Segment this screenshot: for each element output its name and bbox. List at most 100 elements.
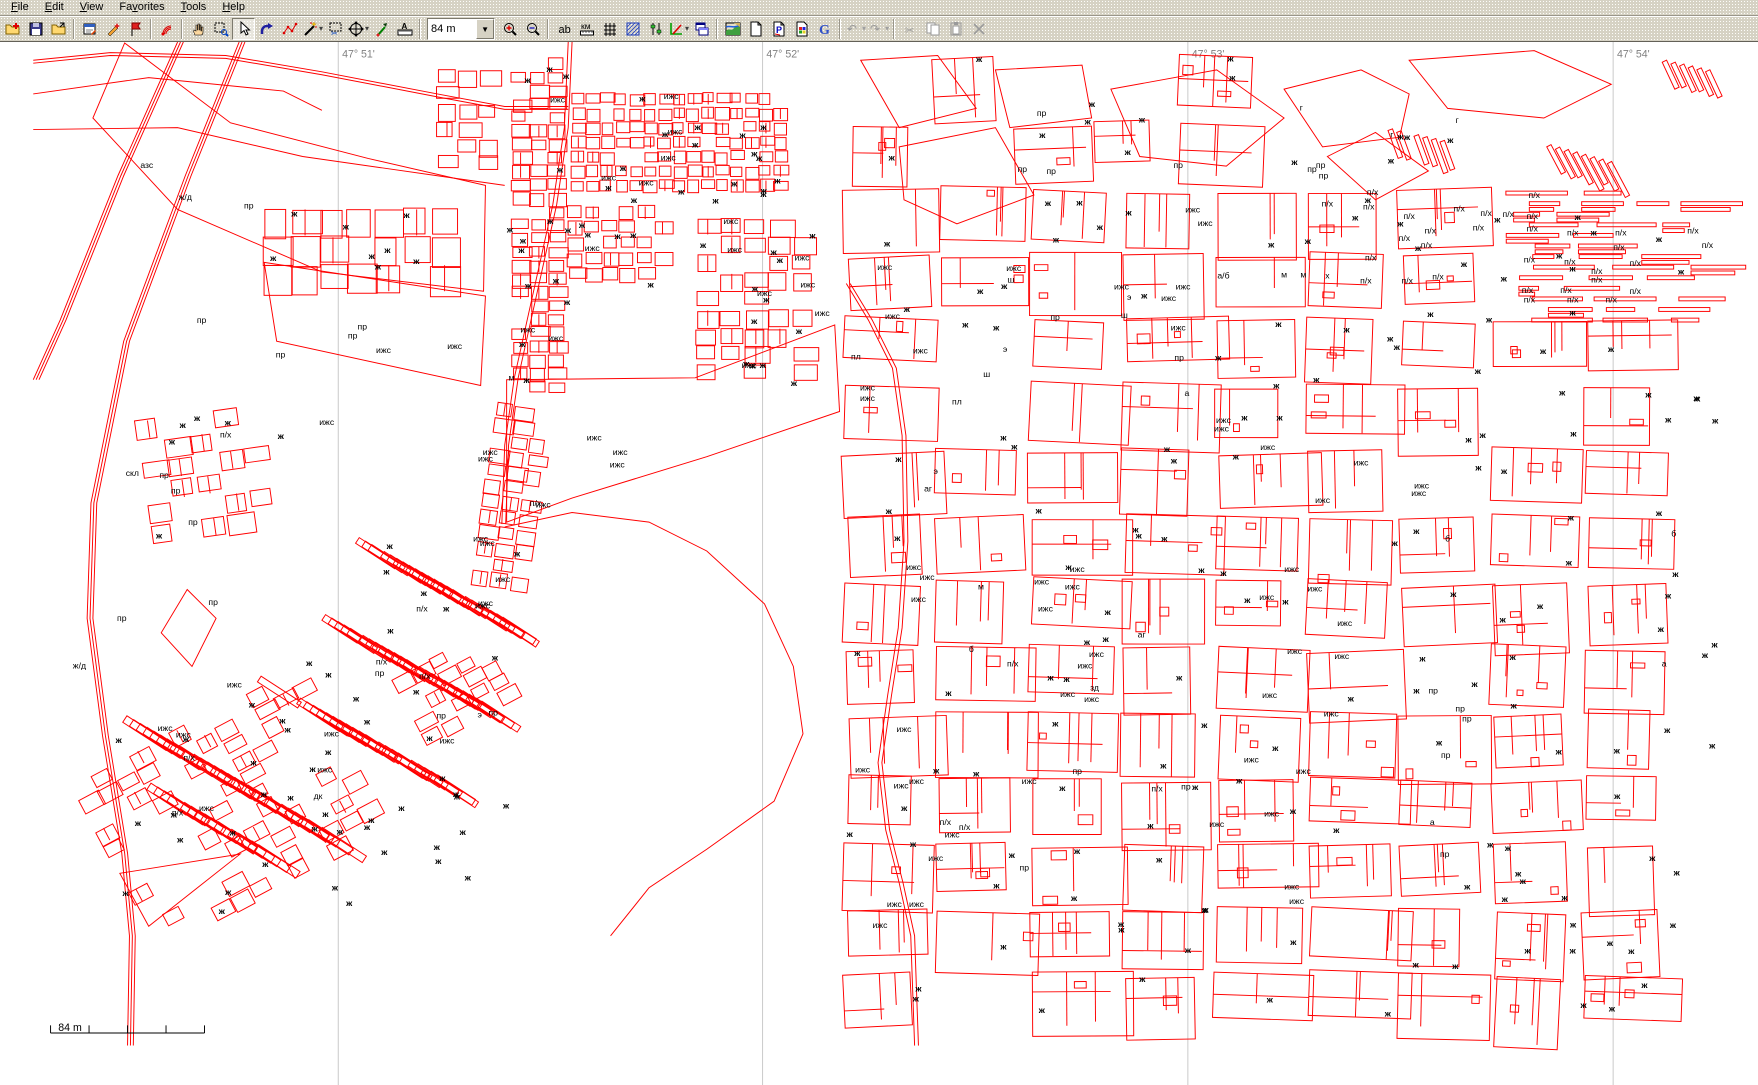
- svg-text:ж: ж: [564, 225, 572, 235]
- svg-text:ижс: ижс: [906, 562, 922, 572]
- svg-text:ж: ж: [1146, 820, 1154, 830]
- menu-edit[interactable]: Edit: [37, 0, 72, 15]
- svg-text:ж: ж: [260, 789, 268, 799]
- menu-view[interactable]: View: [72, 0, 112, 15]
- save-button[interactable]: [24, 18, 47, 40]
- select-pointer-button[interactable]: [232, 18, 255, 40]
- scale-combo[interactable]: 84 m▼: [427, 18, 495, 40]
- svg-text:ижс: ижс: [920, 572, 936, 582]
- svg-text:ж: ж: [386, 625, 394, 635]
- toolbar-separator: [73, 19, 75, 39]
- new-page-button[interactable]: [744, 18, 767, 40]
- svg-text:п/х: п/х: [1007, 658, 1019, 668]
- svg-text:ж: ж: [250, 758, 258, 768]
- gps-button[interactable]: [155, 18, 178, 40]
- scale-units-button[interactable]: км: [575, 18, 598, 40]
- svg-text:ижс: ижс: [1287, 646, 1303, 656]
- grid-button[interactable]: [598, 18, 621, 40]
- menu-favorites[interactable]: Favorites: [111, 0, 172, 15]
- svg-text:ж: ж: [1304, 236, 1312, 246]
- svg-text:ж: ж: [1191, 782, 1199, 792]
- svg-text:ижс: ижс: [885, 311, 901, 321]
- scale-value[interactable]: 84 m: [428, 21, 476, 37]
- ab-icon: ab: [556, 21, 572, 37]
- svg-text:пр: пр: [1174, 352, 1184, 362]
- hatch-layer-button[interactable]: [621, 18, 644, 40]
- placemark-button[interactable]: [124, 18, 147, 40]
- svg-text:м: м: [1281, 270, 1287, 280]
- zoom-in-button[interactable]: [498, 18, 521, 40]
- svg-text:ж/д: ж/д: [73, 660, 86, 670]
- svg-text:ж: ж: [900, 803, 908, 813]
- svg-text:ижс: ижс: [1077, 660, 1093, 670]
- svg-text:ж: ж: [1267, 239, 1275, 249]
- svg-text:ж: ж: [1574, 212, 1582, 222]
- svg-text:ж: ж: [1235, 776, 1243, 786]
- edit-object-button[interactable]: [101, 18, 124, 40]
- pan-button[interactable]: [186, 18, 209, 40]
- svg-text:ж: ж: [1590, 227, 1598, 237]
- svg-text:ж: ж: [331, 883, 339, 893]
- move-objects-button[interactable]: ▾: [347, 18, 370, 40]
- magic-wand-button[interactable]: ▾: [301, 18, 324, 40]
- cascade-windows-button[interactable]: [690, 18, 713, 40]
- page-legend-button[interactable]: [790, 18, 813, 40]
- svg-text:ж: ж: [1509, 652, 1517, 662]
- svg-text:ж: ж: [1155, 854, 1163, 864]
- svg-text:ж: ж: [1044, 198, 1052, 208]
- svg-text:ж: ж: [402, 210, 410, 220]
- toolbar-separator: [419, 19, 421, 39]
- svg-text:ж: ж: [1104, 607, 1112, 617]
- svg-text:ижс: ижс: [1089, 649, 1105, 659]
- zoom-out-button[interactable]: [521, 18, 544, 40]
- menu-help[interactable]: Help: [214, 0, 253, 15]
- labels-button[interactable]: ab: [552, 18, 575, 40]
- svg-text:ж: ж: [909, 839, 917, 849]
- svg-text:47° 53': 47° 53': [1192, 48, 1225, 60]
- svg-text:ж: ж: [324, 669, 332, 679]
- back-blue-icon: [259, 21, 275, 37]
- direction-button[interactable]: [370, 18, 393, 40]
- draw-polyline-button[interactable]: [278, 18, 301, 40]
- svg-text:ж: ж: [122, 888, 130, 898]
- svg-text:пр: пр: [197, 315, 207, 325]
- map-canvas[interactable]: 47° 51'47° 52'47° 53'47° 54'жжжжжжжжжжжж…: [0, 42, 1758, 1085]
- svg-text:ж: ж: [309, 764, 317, 774]
- svg-text:ж: ж: [433, 842, 441, 852]
- svg-text:ж: ж: [1560, 893, 1568, 903]
- svg-text:ижс: ижс: [795, 252, 811, 262]
- cut-region-button[interactable]: ✂: [324, 18, 347, 40]
- properties-button[interactable]: [78, 18, 101, 40]
- previous-view-button[interactable]: [255, 18, 278, 40]
- svg-text:ижс: ижс: [1315, 495, 1331, 505]
- svg-text:ж: ж: [1312, 375, 1320, 385]
- export-folder-button[interactable]: [47, 18, 70, 40]
- svg-text:пл: пл: [952, 397, 962, 407]
- page-report-button[interactable]: P: [767, 18, 790, 40]
- svg-text:ж: ж: [1555, 250, 1563, 260]
- vertex-edit-button[interactable]: [644, 18, 667, 40]
- raster-map-button[interactable]: [721, 18, 744, 40]
- svg-text:ж: ж: [1648, 853, 1656, 863]
- zoom-box-button[interactable]: [209, 18, 232, 40]
- menu-tools[interactable]: Tools: [173, 0, 215, 15]
- svg-text:ижс: ижс: [1214, 424, 1230, 434]
- open-map-button[interactable]: [1, 18, 24, 40]
- undo-button: ↶▾: [844, 18, 867, 40]
- menu-file[interactable]: File: [3, 0, 37, 15]
- svg-text:ж: ж: [1102, 634, 1110, 644]
- svg-text:а: а: [1184, 388, 1189, 398]
- svg-text:ж: ж: [932, 766, 940, 776]
- google-button[interactable]: G: [813, 18, 836, 40]
- hand-icon: [190, 21, 206, 37]
- svg-text:ж: ж: [760, 185, 768, 195]
- svg-text:ж: ж: [1607, 344, 1615, 354]
- cut-region-icon: ✂: [328, 21, 344, 37]
- axes-button[interactable]: ▾: [667, 18, 690, 40]
- svg-text:ж: ж: [1418, 654, 1426, 664]
- svg-text:ж: ж: [218, 906, 226, 916]
- measure-button[interactable]: A: [393, 18, 416, 40]
- scale-combo-dropdown-icon[interactable]: ▼: [476, 19, 494, 39]
- svg-text:ж: ж: [1038, 130, 1046, 140]
- svg-text:ж: ж: [883, 238, 891, 248]
